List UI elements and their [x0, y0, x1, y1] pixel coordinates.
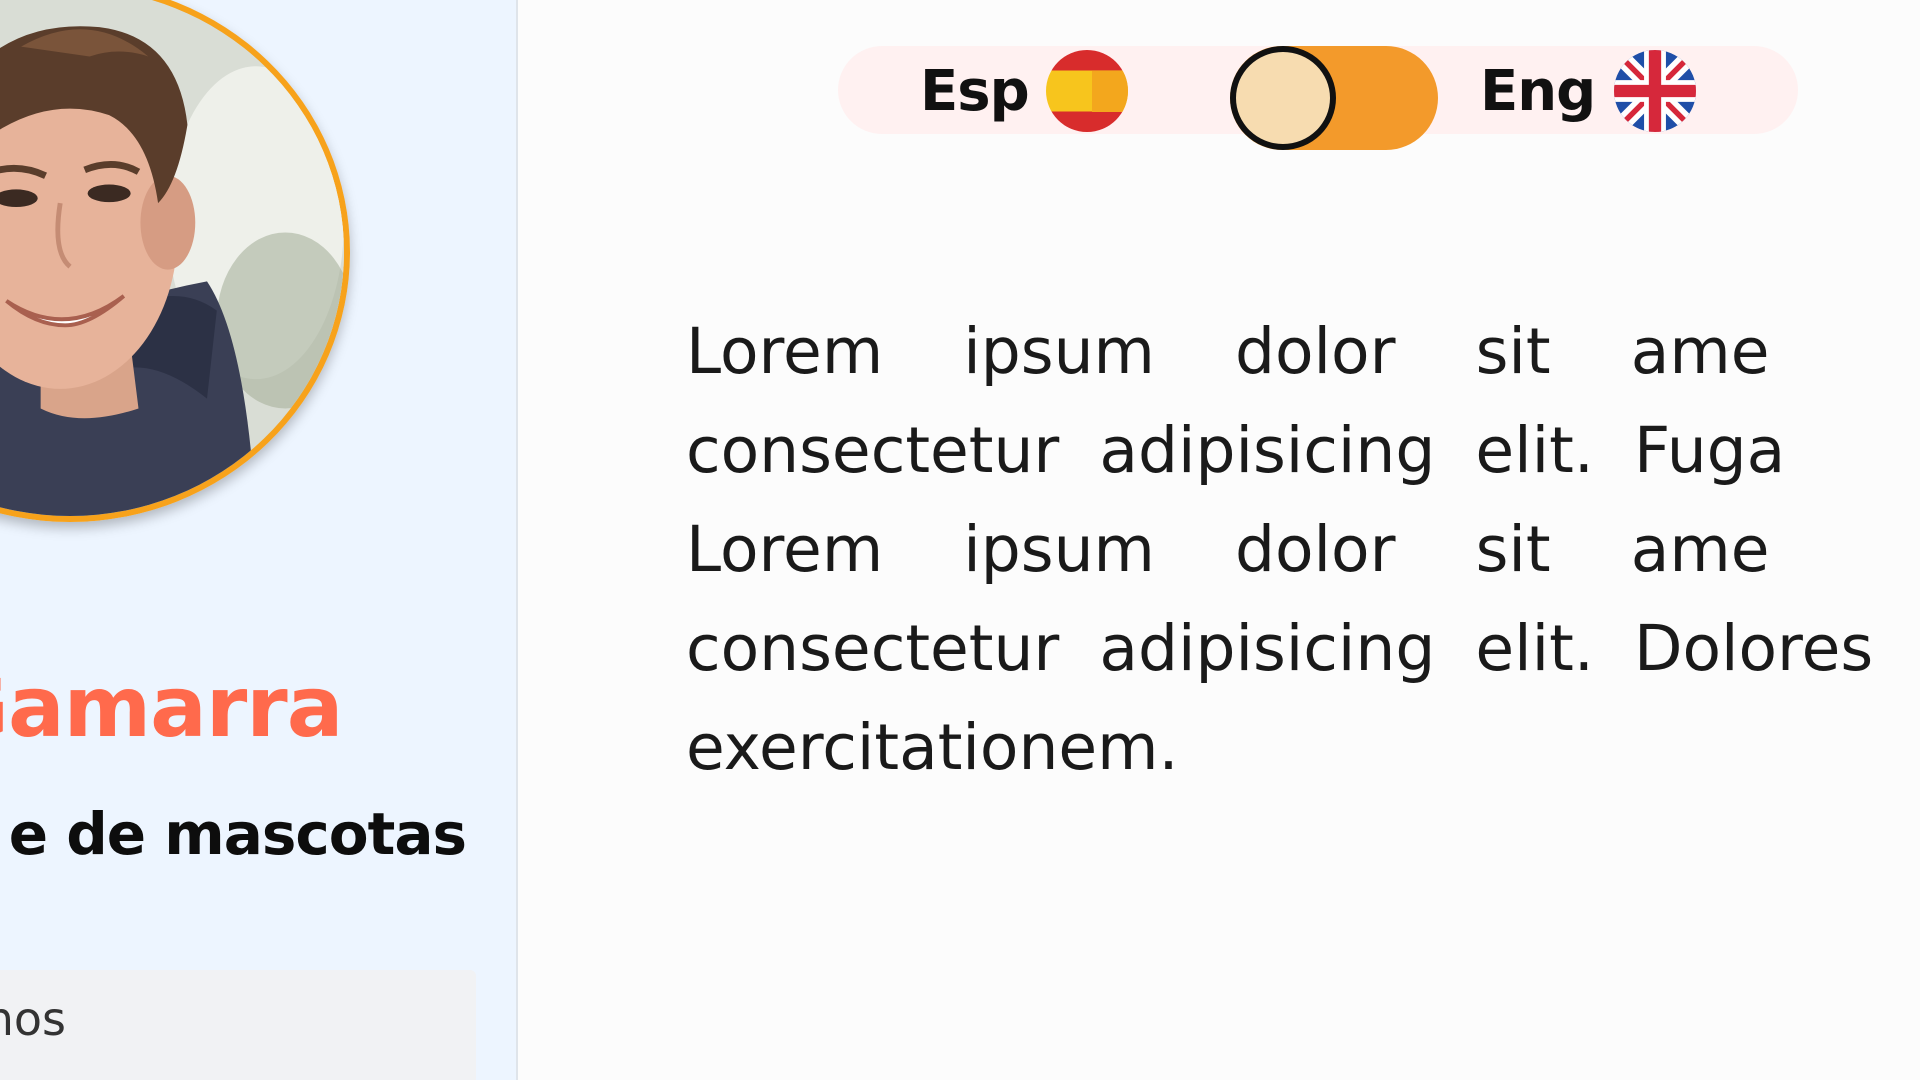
intro-line-2: consectetur adipisicing elit. Fuga: [686, 414, 1786, 487]
avatar-photo: [0, 0, 344, 516]
spain-flag-icon: [1046, 50, 1128, 132]
intro-line-3: Lorem ipsum dolor sit ame: [686, 513, 1770, 586]
profile-role: e de mascotas: [8, 800, 467, 868]
profile-name: Gamarra: [0, 658, 343, 756]
sidebar-menu-item[interactable]: nos: [0, 970, 476, 1080]
intro-text: Lorem ipsum dolor sit ame consectetur ad…: [686, 302, 1920, 797]
uk-flag-icon: [1614, 50, 1696, 132]
english-label[interactable]: Eng: [1480, 52, 1596, 132]
intro-line-1: Lorem ipsum dolor sit ame: [686, 315, 1770, 388]
page: Gamarra e de mascotas nos Esp Eng Lorem …: [0, 0, 1920, 1080]
language-toggle[interactable]: [1230, 46, 1438, 150]
sidebar-menu-item-label: nos: [0, 992, 66, 1046]
intro-line-5: exercitationem.: [686, 711, 1179, 784]
profile-sidebar: Gamarra e de mascotas nos: [0, 0, 518, 1080]
avatar: [0, 0, 350, 522]
intro-line-4: consectetur adipisicing elit. Dolores: [686, 612, 1874, 685]
language-toggle-knob[interactable]: [1230, 46, 1336, 150]
spanish-label[interactable]: Esp: [920, 52, 1030, 132]
